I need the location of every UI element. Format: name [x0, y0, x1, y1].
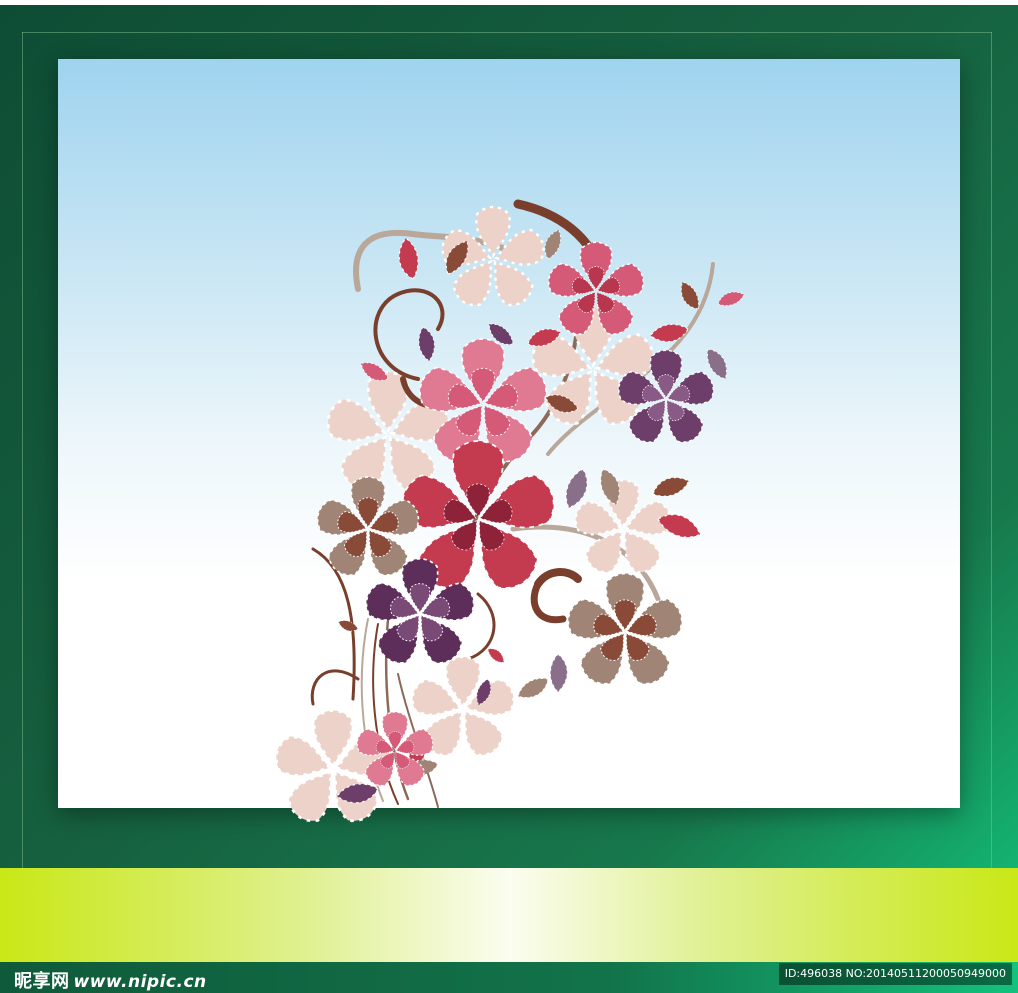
watermark-image-id: ID:496038 NO:20140511200050949000 — [778, 963, 1012, 985]
watermark-brand: 昵享网 www.nipic.cn — [14, 967, 207, 993]
lime-gradient-band — [0, 868, 1018, 962]
floral-illustration — [270, 199, 747, 829]
frame-inner-line-left — [22, 32, 23, 967]
watermark-brand-name: 昵享网 — [14, 971, 70, 992]
artwork-canvas — [58, 59, 960, 829]
blossom-tan-right — [562, 572, 688, 692]
frame-inner-line-right — [991, 32, 992, 967]
watermark-url: www.nipic.cn — [73, 972, 207, 992]
frame-inner-line-top — [22, 32, 992, 33]
